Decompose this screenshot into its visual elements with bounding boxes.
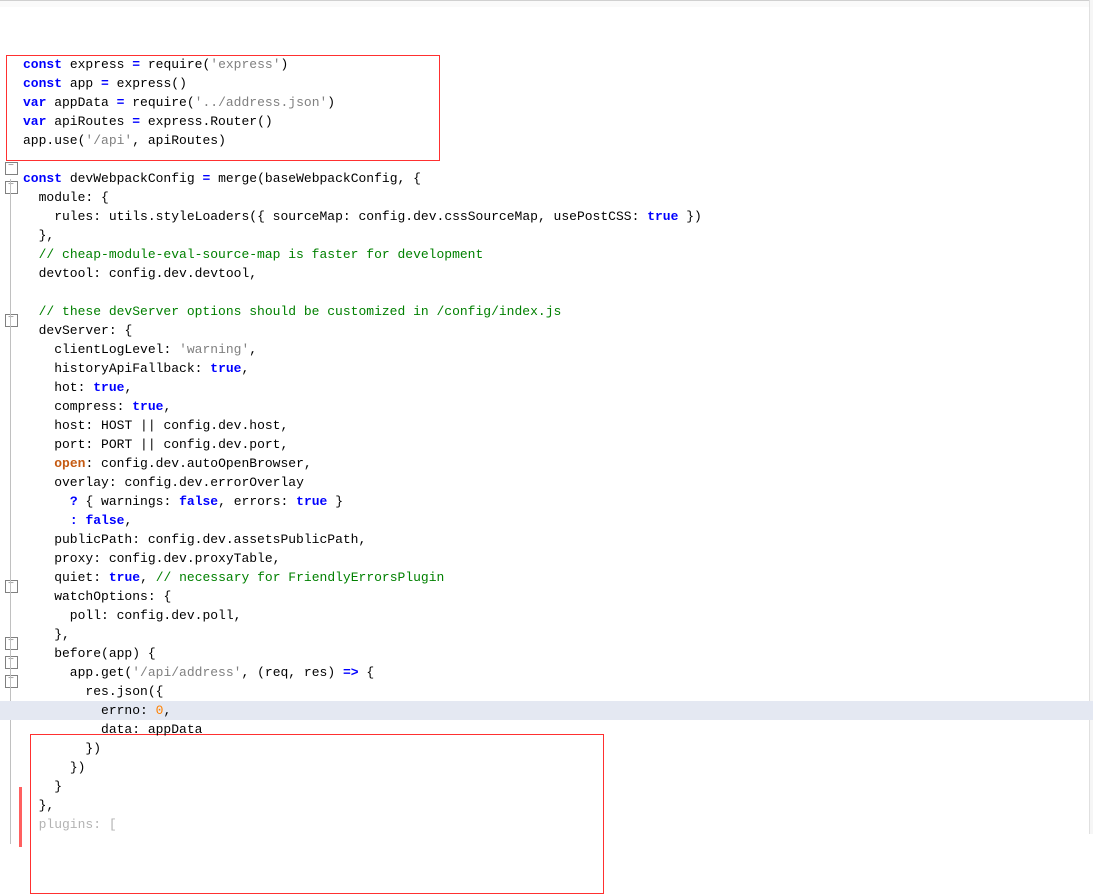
code-line[interactable]: : false,	[23, 511, 1093, 530]
code-line[interactable]: before(app) {	[23, 644, 1093, 663]
code-line[interactable]: devtool: config.dev.devtool,	[23, 264, 1093, 283]
fold-toggle-icon[interactable]: −	[5, 675, 18, 688]
code-line[interactable]: },	[23, 796, 1093, 815]
code-line-highlighted[interactable]: errno: 0,	[0, 701, 1093, 720]
code-line[interactable]: module: {	[23, 188, 1093, 207]
code-line[interactable]	[23, 283, 1093, 302]
code-line[interactable]: compress: true,	[23, 397, 1093, 416]
code-line[interactable]: historyApiFallback: true,	[23, 359, 1093, 378]
fold-gutter: − − − − − − −	[0, 8, 22, 806]
code-line[interactable]: app.use('/api', apiRoutes)	[23, 131, 1093, 150]
code-line[interactable]	[23, 17, 1093, 36]
code-line[interactable]: },	[23, 625, 1093, 644]
code-line[interactable]: plugins: [	[23, 815, 1093, 834]
change-marker	[19, 787, 22, 847]
code-line[interactable]: proxy: config.dev.proxyTable,	[23, 549, 1093, 568]
editor-top-border	[0, 0, 1093, 7]
code-line[interactable]	[23, 150, 1093, 169]
fold-toggle-icon[interactable]: −	[5, 637, 18, 650]
code-line[interactable]: var apiRoutes = express.Router()	[23, 112, 1093, 131]
code-line[interactable]: const express = require('express')	[23, 55, 1093, 74]
code-line[interactable]: open: config.dev.autoOpenBrowser,	[23, 454, 1093, 473]
fold-guide-line	[10, 179, 11, 844]
code-line[interactable]: publicPath: config.dev.assetsPublicPath,	[23, 530, 1093, 549]
fold-toggle-icon[interactable]: −	[5, 181, 18, 194]
code-line[interactable]: poll: config.dev.poll,	[23, 606, 1093, 625]
code-line[interactable]: const app = express()	[23, 74, 1093, 93]
code-line[interactable]: rules: utils.styleLoaders({ sourceMap: c…	[23, 207, 1093, 226]
fold-toggle-icon[interactable]: −	[5, 314, 18, 327]
code-area[interactable]: const express = require('express') const…	[23, 9, 1093, 834]
code-line[interactable]	[23, 36, 1093, 55]
fold-toggle-icon[interactable]: −	[5, 656, 18, 669]
code-line[interactable]: const devWebpackConfig = merge(baseWebpa…	[23, 169, 1093, 188]
code-line[interactable]: quiet: true, // necessary for FriendlyEr…	[23, 568, 1093, 587]
code-line[interactable]: // these devServer options should be cus…	[23, 302, 1093, 321]
code-line[interactable]: })	[23, 758, 1093, 777]
code-line[interactable]: ? { warnings: false, errors: true }	[23, 492, 1093, 511]
code-line[interactable]: watchOptions: {	[23, 587, 1093, 606]
code-line[interactable]: res.json({	[23, 682, 1093, 701]
code-line[interactable]: hot: true,	[23, 378, 1093, 397]
code-line[interactable]: devServer: {	[23, 321, 1093, 340]
fold-toggle-icon[interactable]: −	[5, 162, 18, 175]
code-line[interactable]: var appData = require('../address.json')	[23, 93, 1093, 112]
code-line[interactable]: data: appData	[23, 720, 1093, 739]
code-line[interactable]: app.get('/api/address', (req, res) => {	[23, 663, 1093, 682]
code-line[interactable]: },	[23, 226, 1093, 245]
code-line[interactable]: })	[23, 739, 1093, 758]
code-line[interactable]: // cheap-module-eval-source-map is faste…	[23, 245, 1093, 264]
code-line[interactable]: host: HOST || config.dev.host,	[23, 416, 1093, 435]
code-editor[interactable]: − − − − − − −	[0, 0, 1093, 834]
code-line[interactable]: }	[23, 777, 1093, 796]
code-line[interactable]: clientLogLevel: 'warning',	[23, 340, 1093, 359]
code-line[interactable]: port: PORT || config.dev.port,	[23, 435, 1093, 454]
code-line[interactable]: overlay: config.dev.errorOverlay	[23, 473, 1093, 492]
fold-toggle-icon[interactable]: −	[5, 580, 18, 593]
